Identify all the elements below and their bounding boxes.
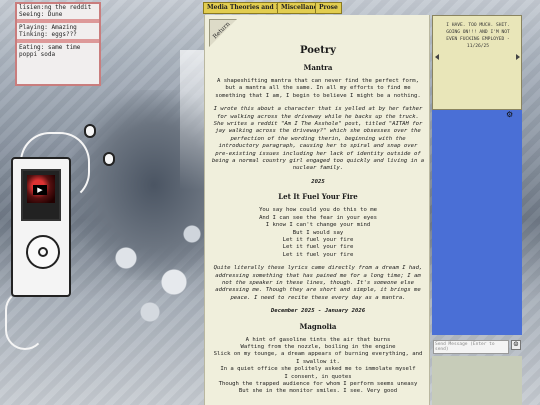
poem-title: Mantra [303,63,333,72]
poem-line: Though the trapped audience for whom I p… [218,381,418,387]
sticky-note-text: I HAVE. TOO MUCH. SHIT. GOING ON!!! AND … [446,23,510,49]
poem-line: And I can see the fear in your eyes [259,214,377,221]
play-icon[interactable]: ▶ [33,185,47,195]
left-earbud-icon [84,124,96,138]
poem-line: Let it fuel your fire [282,251,354,258]
note-divider [17,19,99,23]
note-line: Playing: Amazing [19,24,77,31]
poem-date: December 2025 - January 2026 [270,308,366,315]
poem-line: In a quiet office she politely asked me … [220,366,416,373]
send-emoji-button[interactable]: ☺ [511,340,521,350]
note-line: poppi soda [19,51,56,58]
note-divider [17,39,99,43]
poem-text: A hint of gasoline tints the air that bu… [211,337,425,396]
player-click-wheel[interactable] [26,235,60,269]
poem-line: I consent, in quotes [284,373,352,380]
poetry-panel: Return Poetry Mantra A shapeshifting man… [204,15,430,405]
poem-line: Slick on my tounge, a dream appears of b… [213,351,423,365]
page-title: Poetry [300,45,336,56]
sticky-note: I HAVE. TOO MUCH. SHIT. GOING ON!!! AND … [432,15,522,110]
poem-title: Magnolia [299,321,337,331]
tab-prose[interactable]: Prose [315,2,342,14]
poem-note: Quite literally these lyrics came direct… [213,265,423,301]
poem-line: A hint of gasoline tints the air that bu… [245,336,391,343]
player-screen: ▶ [21,169,61,221]
note-line: Eating: same time [19,44,81,51]
poem-note: I wrote this about a character that is y… [211,106,425,172]
gear-icon[interactable]: ⚙ [506,110,513,119]
right-earbud-icon [103,152,115,166]
poem-line: But I would say [292,229,344,236]
arrow-left-icon[interactable] [435,54,439,60]
poem-line: Let it fuel your fire [282,236,354,243]
poem-text: A shapeshifting mantra that can never fi… [215,78,421,99]
poem-line: Wafting from the nozzle, boiling in the … [240,343,396,350]
status-note-box: lisien:ng the reddit Seeing: Dune Playin… [15,2,101,86]
note-line: lisien:ng the reddit [19,4,92,11]
poem-title: Let It Fuel Your Fire [278,192,358,202]
background-flowers [90,210,210,330]
note-line: Seeing: Dune [19,11,63,18]
message-input[interactable]: Send Message (Enter to send) [433,340,509,354]
note-line: Tinking: eggs??? [19,31,77,38]
earphone-cable-lower [5,290,45,350]
chat-footer [432,356,522,405]
player-center-button[interactable] [38,247,48,257]
chat-panel [432,110,522,335]
poem-line: I know I can't change your mind [265,222,371,229]
poem-line: Let it fuel your fire [282,244,354,251]
poem-line: But she in the monitor smiles. I see. Ve… [238,388,398,395]
poetry-content: Poetry Mantra A shapeshifting mantra tha… [211,45,425,402]
poem-line: You say how could you do this to me [259,207,377,214]
mp3-player[interactable]: ▶ [11,157,71,297]
arrow-right-icon[interactable] [516,54,520,60]
poem-text: You say how could you do this to me And … [211,207,425,259]
poem-date: 2025 [311,178,325,185]
